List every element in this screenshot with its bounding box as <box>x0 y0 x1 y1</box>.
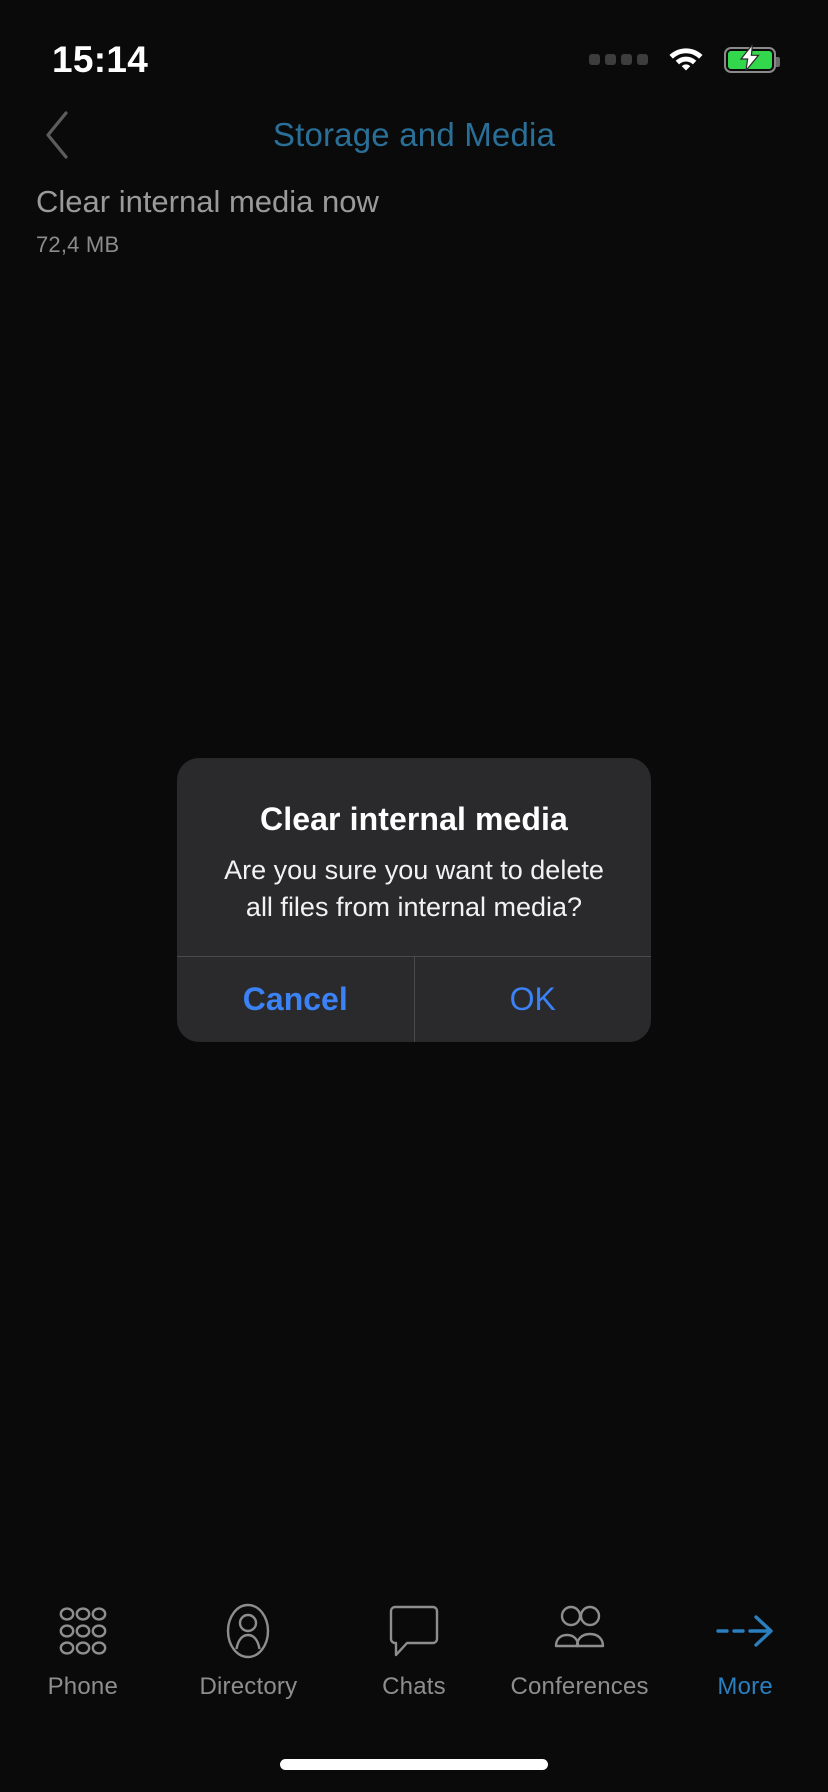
arrow-right-dashed-icon <box>714 1600 776 1662</box>
battery-charging-icon <box>724 42 780 73</box>
page-title: Storage and Media <box>272 116 556 153</box>
tab-phone[interactable]: Phone <box>0 1600 166 1701</box>
tab-label: More <box>717 1673 773 1700</box>
home-indicator[interactable] <box>280 1759 548 1770</box>
group-icon <box>549 1600 611 1662</box>
dialpad-icon <box>55 1600 111 1662</box>
tab-bar: Phone Directory Chats Conferences More <box>0 1590 828 1720</box>
status-bar: 15:14 <box>0 0 828 95</box>
cancel-button[interactable]: Cancel <box>177 957 414 1042</box>
tab-label: Phone <box>47 1673 118 1700</box>
tab-directory[interactable]: Directory <box>166 1600 332 1701</box>
chat-bubble-icon <box>387 1600 441 1662</box>
confirm-dialog: Clear internal media Are you sure you wa… <box>177 758 651 1042</box>
dialog-content: Clear internal media Are you sure you wa… <box>177 758 651 956</box>
list-item-subtitle: 72,4 MB <box>36 231 120 257</box>
settings-list: Clear internal media now 72,4 MB <box>0 175 828 268</box>
tab-label: Chats <box>382 1673 446 1700</box>
status-bar-clock: 15:14 <box>52 38 149 80</box>
list-item-clear-internal-media[interactable]: Clear internal media now 72,4 MB <box>0 175 828 268</box>
tab-conferences[interactable]: Conferences <box>497 1600 663 1701</box>
dialog-overlay: Clear internal media Are you sure you wa… <box>0 0 828 1792</box>
list-item-title: Clear internal media now <box>36 184 379 219</box>
signal-dots-icon <box>589 54 648 65</box>
status-bar-indicators <box>589 42 780 76</box>
wifi-icon <box>667 43 705 76</box>
dialog-actions: Cancel OK <box>177 955 652 1042</box>
tab-more[interactable]: More <box>662 1600 828 1701</box>
tab-chats[interactable]: Chats <box>331 1600 497 1701</box>
phone-screen: 15:14 Storage and Media Clear internal m… <box>0 0 828 1792</box>
contact-icon <box>220 1600 276 1662</box>
dialog-message: Are you sure you want to delete all file… <box>224 855 604 923</box>
tab-label: Conferences <box>510 1673 649 1700</box>
navigation-bar: Storage and Media <box>0 95 828 175</box>
chevron-left-icon[interactable] <box>26 104 88 166</box>
dialog-title: Clear internal media <box>260 801 568 838</box>
tab-label: Directory <box>199 1673 298 1700</box>
ok-button[interactable]: OK <box>415 957 652 1042</box>
